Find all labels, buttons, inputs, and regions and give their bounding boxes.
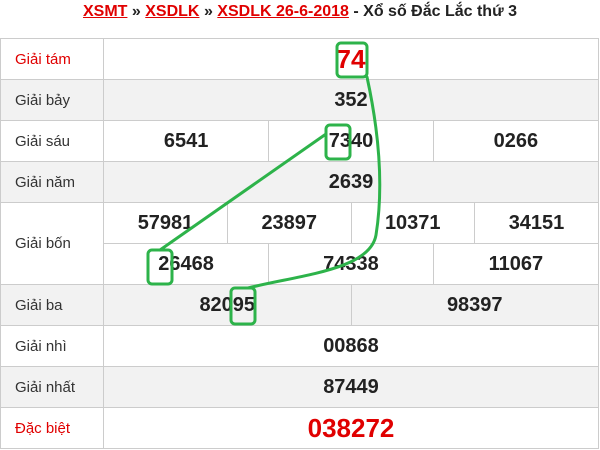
prize-row-g6: Giải sáu 6541 7340 0266	[0, 120, 599, 162]
prize-grid-g3: 82095 98397	[104, 285, 598, 325]
prize-number-g6: 6541	[163, 129, 209, 152]
breadcrumb-link-xsmt[interactable]: XSMT	[83, 3, 127, 20]
prize-row-g8: Giải tám 74	[0, 38, 599, 80]
results-table: Giải tám 74 Giải bảy 352 Giải sáu 6541 7…	[0, 38, 599, 449]
prize-grid-g4-top: 57981 23897 10371 34151	[104, 203, 598, 243]
breadcrumb-link-xsdlk[interactable]: XSDLK	[145, 3, 199, 20]
breadcrumb: XSMT » XSDLK » XSDLK 26-6-2018 - Xổ số Đ…	[0, 0, 600, 30]
prize-number-g1: 87449	[103, 366, 599, 408]
prize-label-db: Đặc biệt	[0, 407, 104, 449]
prize-label-g2: Giải nhì	[0, 325, 104, 367]
prize-number-g3: 98397	[350, 285, 598, 325]
prize-number-g4: 23897	[227, 203, 351, 243]
prize-row-g5: Giải năm 2639	[0, 161, 599, 203]
prize-number-g3: 82095	[199, 293, 256, 316]
prize-row-g4: Giải bốn 57981 23897 10371 34151 26468 7…	[0, 202, 599, 285]
prize-row-g2: Giải nhì 00868	[0, 325, 599, 367]
page-title: Xổ số Đắc Lắc thứ 3	[363, 3, 518, 20]
prize-number-db: 038272	[103, 407, 599, 449]
prize-grid-g6: 6541 7340 0266	[104, 121, 598, 161]
prize-number-g4: 57981	[137, 211, 194, 234]
breadcrumb-link-date[interactable]: XSDLK 26-6-2018	[217, 3, 349, 20]
prize-label-g5: Giải năm	[0, 161, 104, 203]
breadcrumb-separator: »	[203, 3, 213, 20]
prize-label-g4: Giải bốn	[0, 202, 104, 285]
prize-grid-row: 57981 23897 10371 34151	[104, 203, 598, 243]
prize-label-g6: Giải sáu	[0, 120, 104, 162]
prize-grid-row: 6541 7340 0266	[104, 121, 598, 161]
prize-grid-row: 82095 98397	[104, 285, 598, 325]
prize-number-g4: 11067	[432, 243, 598, 284]
prize-number-g6: 7340	[268, 121, 434, 161]
prize-row-g1: Giải nhất 87449	[0, 366, 599, 408]
prize-row-db: Đặc biệt 038272	[0, 407, 599, 449]
prize-number-g4: 34151	[474, 203, 598, 243]
prize-row-g7: Giải bảy 352	[0, 79, 599, 121]
prize-number-g2: 00868	[103, 325, 599, 367]
prize-label-g8: Giải tám	[0, 38, 104, 80]
prize-number-g4: 10371	[350, 203, 475, 243]
prize-grid-row: 26468 74338 11067	[104, 243, 598, 284]
prize-number-g4: 26468	[158, 252, 214, 275]
prize-label-g7: Giải bảy	[0, 79, 104, 121]
breadcrumb-separator: -	[353, 3, 359, 20]
prize-number-g4: 74338	[268, 243, 434, 284]
prize-number-g7: 352	[103, 79, 599, 121]
prize-cells-g6: 6541 7340 0266	[103, 120, 599, 162]
prize-number-g8: 74	[103, 38, 599, 80]
breadcrumb-separator: »	[131, 3, 141, 20]
prize-cells-g3: 82095 98397	[103, 284, 599, 326]
prize-label-g3: Giải ba	[0, 284, 104, 326]
prize-label-g1: Giải nhất	[0, 366, 104, 408]
prize-number-g6: 0266	[432, 121, 598, 161]
prize-grid-g4-bottom: 26468 74338 11067	[104, 243, 598, 284]
prize-cells-g4: 57981 23897 10371 34151 26468 74338 1106…	[103, 202, 599, 285]
prize-row-g3: Giải ba 82095 98397	[0, 284, 599, 326]
prize-number-g5: 2639	[103, 161, 599, 203]
